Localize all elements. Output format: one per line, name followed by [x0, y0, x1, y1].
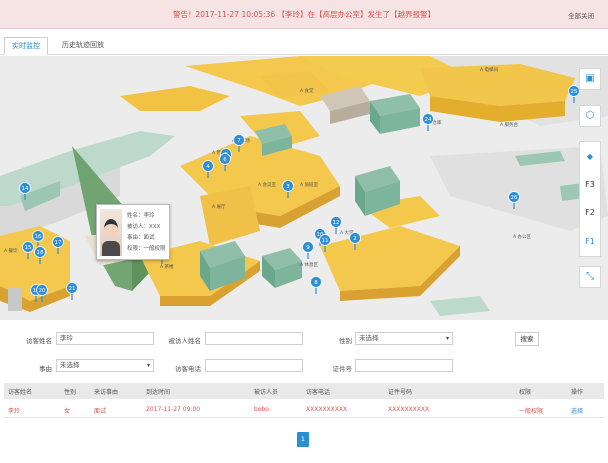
tab-realtime-monitor[interactable]: 实时监控 — [4, 37, 48, 55]
floor-f3-button[interactable]: F3 — [580, 180, 600, 189]
indoor-map[interactable]: A 餐饮 A 茶楼 A 食堂 A 营业厅 A 展厅 A 会议室 A 大堂 A 仓… — [0, 56, 608, 320]
map-zone-label: A 值班室 — [300, 181, 319, 188]
table-cell: 女 — [64, 408, 71, 415]
search-form: 访客姓名 李玲 被访人姓名 性别 未选择 ▾ 搜索 事由 未选择 ▾ 访客电话 … — [0, 322, 608, 382]
page-button-current[interactable]: 1 — [297, 432, 309, 447]
popup-permission: 权限：一般权限 — [127, 246, 166, 252]
map-zone-label: A 展厅 — [212, 204, 226, 210]
table-cell: 李玲 — [8, 408, 21, 415]
column-header: 访客电话 — [306, 389, 331, 396]
map-zone-label: A 餐饮 — [4, 247, 18, 254]
marker-number: 20 — [39, 288, 46, 294]
close-all-alerts-button[interactable]: 全部关闭 — [568, 10, 594, 20]
reason-select-value: 未选择 — [60, 361, 80, 369]
map-zone-label: A 食堂 — [300, 87, 314, 94]
gender-label: 性别 — [339, 337, 352, 345]
map-zone-label: A 服务台 — [500, 121, 519, 128]
marker-number: 21 — [69, 286, 76, 292]
table-cell: XXXXXXXXXX — [388, 406, 430, 413]
tab-history-playback[interactable]: 历史轨迹回放 — [54, 37, 112, 55]
map-zone-label: A 茶楼 — [160, 263, 174, 270]
select-action-link[interactable]: 选择 — [571, 406, 583, 415]
id-number-label: 证件号 — [332, 365, 353, 373]
chevron-down-icon: ▾ — [445, 335, 449, 342]
marker-number: 7 — [237, 138, 241, 144]
marker-number: 12 — [333, 220, 340, 226]
marker-number: 25 — [571, 89, 578, 95]
visitor-name-input[interactable]: 李玲 — [56, 332, 154, 345]
column-header: 操作 — [571, 389, 584, 396]
gender-select[interactable]: 未选择 ▾ — [355, 332, 453, 345]
marker-number: 6 — [223, 157, 227, 163]
floor-f2-button[interactable]: F2 — [580, 208, 600, 217]
marker-number: 4 — [206, 164, 210, 170]
table-row[interactable]: 李玲 女 面试 2017-11-27 09:00 bobo XXXXXXXXXX… — [4, 402, 604, 418]
host-name-input[interactable] — [205, 332, 303, 345]
visitor-photo — [100, 209, 122, 256]
marker-number: 16 — [35, 234, 42, 240]
marker-number: 18 — [37, 250, 44, 256]
reason-select[interactable]: 未选择 ▾ — [56, 359, 154, 372]
marker-number: 11 — [322, 238, 329, 244]
table-cell: 2017-11-27 09:00 — [146, 406, 201, 413]
column-header: 被访人员 — [254, 389, 279, 396]
reason-label: 事由 — [39, 365, 52, 373]
search-button[interactable]: 搜索 — [515, 332, 539, 346]
gender-select-value: 未选择 — [359, 334, 379, 342]
hexagon-icon[interactable]: ⬡ — [579, 105, 601, 127]
alert-message: 警告！2017-11-27 10:05:36 【李玲】在【高层办公室】发生了【越… — [172, 10, 436, 19]
map-zone-label: A 休息区 — [300, 261, 319, 268]
shop-icon[interactable]: ▣ — [579, 68, 601, 90]
marker-number: 14 — [22, 186, 29, 192]
map-zone-label: A 办公区 — [513, 233, 532, 240]
column-header: 访客姓名 — [8, 389, 33, 396]
column-header: 到达时间 — [146, 389, 171, 396]
map-zone-label: A 会议室 — [258, 181, 277, 188]
visitor-face — [104, 219, 118, 239]
popup-name: 姓名：李玲 — [127, 213, 155, 219]
column-header: 来访事由 — [94, 389, 119, 396]
visitor-phone-label: 访客电话 — [175, 365, 201, 373]
column-header: 证件号码 — [388, 389, 413, 396]
layers-icon[interactable]: ◆ — [580, 152, 600, 161]
id-number-input[interactable] — [355, 359, 453, 372]
alert-bar: 警告！2017-11-27 10:05:36 【李玲】在【高层办公室】发生了【越… — [0, 0, 608, 29]
floor-switcher: ◆ F3 F2 F1 — [579, 141, 601, 257]
host-name-label: 被访人姓名 — [168, 337, 202, 345]
table-cell: XXXXXXXXXX — [306, 406, 348, 413]
visitor-info-popup: 姓名：李玲 被访人：XXX 事由：面试 权限：一般权限 — [96, 204, 170, 260]
marker-number: 26 — [511, 195, 518, 201]
marker-number: 24 — [425, 117, 432, 123]
visitor-phone-input[interactable] — [205, 359, 303, 372]
visitor-shirt — [102, 241, 120, 256]
map-canvas[interactable]: A 餐饮 A 茶楼 A 食堂 A 营业厅 A 展厅 A 会议室 A 大堂 A 仓… — [0, 56, 608, 320]
floor-f1-button[interactable]: F1 — [580, 237, 600, 246]
fullscreen-icon[interactable]: ⤡ — [579, 266, 601, 288]
column-header: 性别 — [64, 389, 77, 396]
popup-host: 被访人：XXX — [127, 224, 161, 230]
visitor-name-label: 访客姓名 — [26, 337, 52, 345]
marker-number: 8 — [314, 280, 318, 286]
popup-reason: 事由：面试 — [127, 235, 155, 241]
marker-number: 17 — [55, 240, 62, 246]
marker-number: 3 — [286, 184, 290, 190]
table-cell: bobo — [254, 406, 269, 413]
marker-number: 15 — [25, 245, 32, 251]
table-cell: 面试 — [94, 408, 107, 415]
tab-bar: 实时监控 历史轨迹回放 — [0, 33, 608, 55]
marker-number: 9 — [306, 245, 310, 251]
map-zone-label: A 电梯间 — [480, 66, 499, 73]
marker-number: 2 — [353, 236, 357, 242]
chevron-down-icon: ▾ — [146, 362, 150, 369]
column-header: 权限 — [519, 389, 532, 396]
table-cell: 一般权限 — [519, 408, 544, 415]
table-header: 访客姓名 性别 来访事由 到达时间 被访人员 访客电话 证件号码 权限 操作 — [4, 383, 604, 399]
